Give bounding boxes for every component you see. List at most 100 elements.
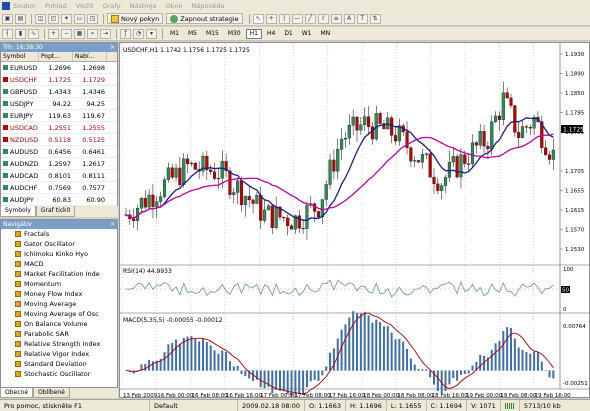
candle-body: [340, 139, 344, 150]
horizontal-line-icon[interactable]: —: [291, 13, 303, 24]
close-icon[interactable]: ×: [110, 44, 117, 51]
market-watch-row[interactable]: USDJPY 94.22 94.25: [1, 98, 117, 110]
market-watch-row[interactable]: NZDUSD 0.5118 0.5125: [1, 134, 117, 146]
market-watch-row[interactable]: AUDNZD 1.2597 1.2617: [1, 158, 117, 170]
zoom-out-icon[interactable]: −: [61, 28, 72, 39]
indicators-icon[interactable]: ƒ: [120, 28, 131, 39]
menu-4[interactable]: Nástroje: [129, 2, 156, 10]
menu-6[interactable]: Nápověda: [192, 2, 225, 10]
navigator-indicator-item[interactable]: Standard Deviation: [1, 359, 117, 369]
bar-chart-icon[interactable]: ┤: [2, 28, 13, 39]
candle-body: [459, 154, 463, 178]
market-watch-row[interactable]: GBPUSD 1.4343 1.4346: [1, 86, 117, 98]
status-low: L: 1.1655: [387, 400, 427, 411]
text-icon[interactable]: A: [343, 13, 355, 24]
menu-2[interactable]: Vložit: [76, 2, 94, 10]
tile-windows-icon[interactable]: ▦: [74, 28, 85, 39]
timeframe-w1[interactable]: W1: [298, 29, 316, 39]
vertical-line-icon[interactable]: |: [278, 13, 290, 24]
market-watch-icon[interactable]: ◫: [35, 13, 46, 24]
new-order-button[interactable]: Nový pokyn: [107, 13, 164, 24]
line-chart-icon[interactable]: ∿: [28, 28, 39, 39]
arrows-icon[interactable]: ⇅: [369, 13, 381, 24]
new-chart-icon[interactable]: ▣: [2, 13, 13, 24]
navigator-indicator-item[interactable]: Gator Oscillator: [1, 239, 117, 249]
tab-symbols[interactable]: Symboly: [0, 206, 36, 217]
navigator-indicator-item[interactable]: On Balance Volume: [1, 319, 117, 329]
navigator-indicator-item[interactable]: Relative Vigor Index: [1, 349, 117, 359]
navigator-icon[interactable]: ✦: [61, 13, 72, 24]
strategies-button[interactable]: Zapnout strategie: [166, 13, 243, 24]
market-watch-row[interactable]: AUDCHF 0.7569 0.7577: [1, 182, 117, 194]
fibonacci-icon[interactable]: ≡: [330, 13, 342, 24]
data-window-icon[interactable]: ◰: [48, 13, 59, 24]
tab-common[interactable]: Obecné: [0, 388, 34, 398]
timeframe-m30[interactable]: M30: [224, 29, 245, 39]
price-pane[interactable]: [120, 43, 560, 265]
close-icon[interactable]: ×: [110, 221, 117, 228]
cursor-icon[interactable]: ↖: [252, 13, 264, 24]
menu-1[interactable]: Pohled: [45, 2, 67, 10]
market-watch-row[interactable]: EURJPY 119.63 119.67: [1, 110, 117, 122]
market-watch-row[interactable]: AUDCAD 0.8101 0.8111: [1, 170, 117, 182]
menu-5[interactable]: Okno: [166, 2, 183, 10]
templates-icon[interactable]: ▾: [146, 28, 157, 39]
col-ask[interactable]: Nabí...: [73, 52, 107, 61]
price-chart[interactable]: USDCHF,H1 1.1742 1.1756 1.1725 1.1725 1.…: [120, 43, 590, 399]
navigator-indicator-item[interactable]: Money Flow Index: [1, 289, 117, 299]
candle-body: [155, 201, 159, 207]
zoom-in-icon[interactable]: +: [48, 28, 59, 39]
navigator-indicator-item[interactable]: Parabolic SAR: [1, 329, 117, 339]
macd-bar: [367, 315, 370, 371]
terminal-icon[interactable]: ▭: [74, 13, 85, 24]
label-icon[interactable]: T: [356, 13, 368, 24]
timeframe-m15[interactable]: M15: [202, 29, 223, 39]
periods-icon[interactable]: ◔: [133, 28, 144, 39]
market-watch-row[interactable]: AUDUSD 0.6456 0.6461: [1, 146, 117, 158]
navigator-indicator-item[interactable]: Ichimoku Kinko Hyo: [1, 249, 117, 259]
timeframe-h4[interactable]: H4: [263, 29, 279, 39]
tab-favorites[interactable]: Oblíbené: [33, 388, 70, 398]
timeframe-m1[interactable]: M1: [166, 29, 183, 39]
navigator-indicator-item[interactable]: MACD: [1, 259, 117, 269]
menu-3[interactable]: Grafy: [103, 2, 121, 10]
ask-value: 0.8111: [82, 171, 105, 180]
macd-bar: [305, 370, 308, 388]
navigator-indicator-item[interactable]: Relative Strength Index: [1, 339, 117, 349]
navigator-tabs: Obecné Oblíbené: [0, 388, 118, 398]
navigator-indicator-item[interactable]: Moving Average of Osc: [1, 309, 117, 319]
tab-tick-chart[interactable]: Graf tick0: [35, 206, 76, 217]
timeframe-mn[interactable]: MN: [317, 29, 335, 39]
chart-window[interactable]: USDCHF,H1 1.1742 1.1756 1.1725 1.1725 1.…: [119, 42, 590, 399]
autoscroll-icon[interactable]: »: [87, 28, 98, 39]
timeframe-h1[interactable]: H1: [245, 28, 262, 39]
navigator-indicator-item[interactable]: Moving Average: [1, 299, 117, 309]
col-symbol[interactable]: Symbol: [1, 52, 39, 61]
market-watch-row[interactable]: USDCHF 1.1725 1.1729: [1, 74, 117, 86]
status-profile[interactable]: Default: [150, 400, 238, 411]
macd-bar: [348, 317, 351, 371]
menu-0[interactable]: Soubor: [13, 2, 36, 10]
market-watch-row[interactable]: EURUSD 1.2696 1.2698: [1, 62, 117, 74]
navigator-panel: Navigátor × Fractals Gator Oscillator Ichi…: [0, 219, 118, 388]
ask-value: 1.2617: [82, 159, 105, 168]
navigator-indicator-item[interactable]: Momentum: [1, 279, 117, 289]
timeframe-d1[interactable]: D1: [280, 29, 296, 39]
candle-chart-icon[interactable]: ▮: [15, 28, 26, 39]
channel-icon[interactable]: ⫽: [317, 13, 329, 24]
navigator-indicator-item[interactable]: Market Facilitation Inde: [1, 269, 117, 279]
candle-body: [505, 92, 509, 99]
navigator-indicator-item[interactable]: Stochastic Oscillator: [1, 369, 117, 379]
market-watch-row[interactable]: AUDJPY 60.83 60.90: [1, 194, 117, 206]
tester-icon[interactable]: ◳: [87, 13, 98, 24]
profiles-icon[interactable]: ▤: [15, 13, 26, 24]
candle-body: [486, 145, 490, 150]
chart-shift-icon[interactable]: ⇥: [100, 28, 111, 39]
chart-toolbar: ┤ ▮ ∿ + − ▦ » ⇥ ƒ ◔ ▾ M1 M5 M15 M30 H1 H4 D1 W1…: [0, 27, 590, 41]
crosshair-icon[interactable]: +: [265, 13, 277, 24]
timeframe-m5[interactable]: M5: [184, 29, 201, 39]
col-bid[interactable]: Popt...: [39, 52, 73, 61]
trendline-icon[interactable]: ╱: [304, 13, 316, 24]
navigator-indicator-item[interactable]: Fractals: [1, 229, 117, 239]
market-watch-row[interactable]: USDCAD 1.2551 1.2555: [1, 122, 117, 134]
